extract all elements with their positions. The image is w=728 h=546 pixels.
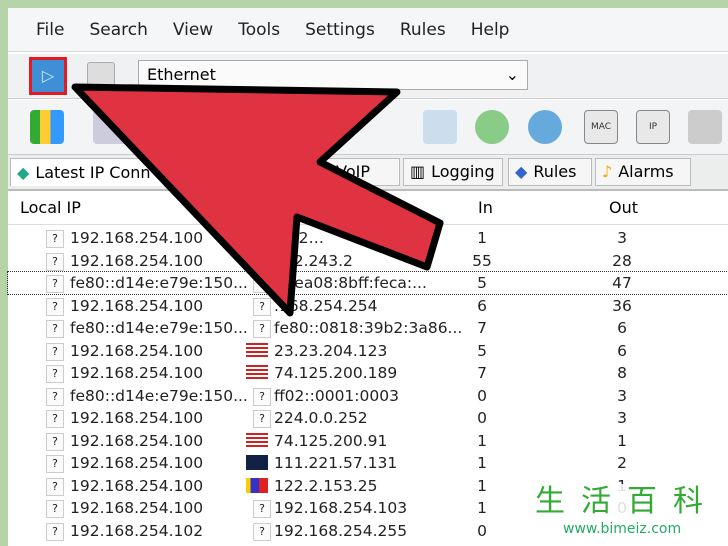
arrow-shape	[71, 83, 444, 317]
screenshot: File Search View Tools Settings Rules He…	[0, 0, 728, 546]
red-arrow-annotation	[71, 83, 444, 317]
